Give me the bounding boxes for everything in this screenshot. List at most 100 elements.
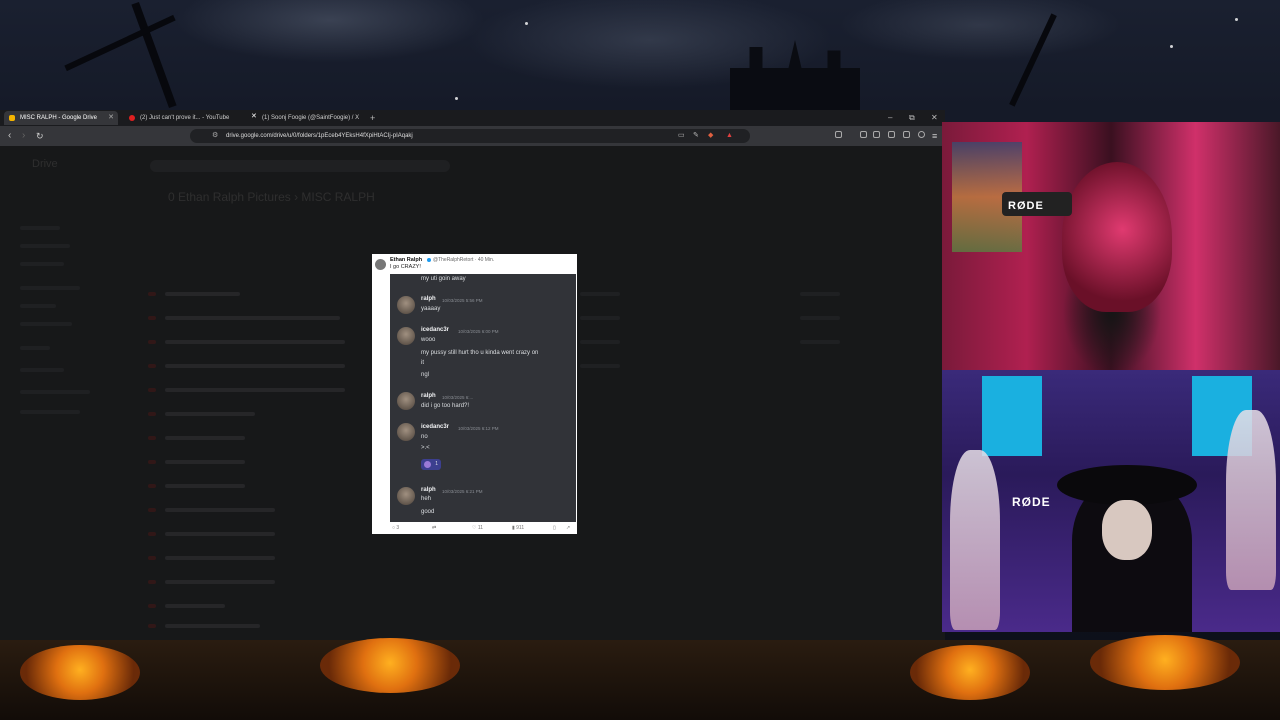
webcam-top: RØDE [942, 122, 1280, 370]
view-count: 911 [516, 525, 525, 531]
avatar [397, 296, 415, 314]
post-handle: @TheRalphRetort · 40 Min. [433, 257, 495, 263]
tab-label: (1) Soonj Foogie (@SaintFoogie) / X [262, 115, 360, 121]
reload-button[interactable]: ↻ [36, 129, 44, 143]
ghost-decoration [950, 450, 1000, 630]
username: ralph [421, 393, 436, 399]
jack-o-lantern [20, 645, 140, 700]
pumpkin-ground [0, 640, 1280, 720]
avatar [397, 327, 415, 345]
message-line: it [421, 360, 424, 366]
timestamp: 10/03/2025 6:21 PM [442, 489, 483, 494]
message-line: >.< [421, 445, 430, 451]
message-line: did i go too hard?! [421, 403, 470, 409]
message-line: ngl [421, 372, 430, 378]
message-line: no [421, 434, 428, 440]
avatar [397, 423, 415, 441]
timestamp: 10/03/2025 6:... [442, 395, 474, 400]
like-icon[interactable]: ♡ 11 [472, 525, 483, 531]
views-icon: ▮ 911 [512, 525, 525, 531]
profile-icon[interactable] [918, 131, 925, 138]
edit-icon[interactable]: ✎ [693, 129, 699, 143]
new-tab-button[interactable]: + [370, 111, 375, 125]
post-caption: I go CRAZY! [390, 264, 421, 270]
reply-icon[interactable]: ○ 3 [392, 525, 399, 531]
witch-hat [1057, 465, 1197, 505]
jack-o-lantern [1090, 635, 1240, 690]
avatar [397, 392, 415, 410]
sidebar-icon[interactable] [835, 131, 842, 138]
forward-button[interactable]: › [22, 129, 25, 143]
back-button[interactable]: ‹ [8, 129, 11, 143]
streamer-face [1102, 500, 1152, 560]
wallet-icon[interactable] [888, 131, 895, 138]
ghost-decoration [1226, 410, 1276, 590]
tab-google-drive[interactable]: MISC RALPH - Google Drive ✕ [4, 111, 118, 125]
reaction-count: 1 [435, 461, 438, 467]
timestamp: 10/03/2025 5:56 PM [442, 298, 483, 303]
verified-badge-icon [427, 258, 431, 262]
avatar [397, 487, 415, 505]
timestamp: 10/03/2025 6:12 PM [458, 426, 499, 431]
message-line: heh [421, 496, 432, 502]
share-icon[interactable]: ↗ [566, 525, 570, 531]
star [525, 22, 528, 25]
post-image-popup: Ethan Ralph @TheRalphRetort · 40 Min. I … [372, 254, 577, 534]
leo-icon[interactable] [903, 131, 910, 138]
webcam-bottom: RØDE [942, 370, 1280, 632]
star [455, 97, 458, 100]
discord-chat: my uti goin away ralph 10/03/2025 5:56 P… [390, 274, 576, 522]
emoji-icon [424, 461, 431, 468]
timestamp: 10/03/2025 6:00 PM [458, 329, 499, 334]
jack-o-lantern [320, 638, 460, 693]
message-line: good [421, 509, 435, 515]
close-window-button[interactable]: ✕ [931, 111, 938, 125]
avatar [375, 259, 386, 270]
streamer-mask [1062, 162, 1172, 312]
tab-label: (2) Just can't prove it... - YouTube [140, 115, 230, 121]
message-line: yaaaay [421, 306, 441, 312]
brave-shield-icon[interactable]: ◆ [708, 129, 713, 143]
username: ralph [421, 296, 436, 302]
message-line: my pussy still hurt tho u kinda went cra… [421, 350, 539, 356]
mic-brand: RØDE [1008, 200, 1044, 212]
music-icon[interactable] [860, 131, 867, 138]
post-author: Ethan Ralph [390, 257, 423, 263]
window-light [982, 376, 1042, 456]
browser-toolbar: ‹ › ↻ ▮ ⚙ drive.google.com/drive/u/0/fol… [0, 126, 945, 146]
address-bar[interactable]: ⚙ drive.google.com/drive/u/0/folders/1pE… [190, 129, 750, 143]
tab-x[interactable]: ✕ (1) Soonj Foogie (@SaintFoogie) / X [246, 111, 364, 125]
site-info-icon[interactable]: ⚙ [212, 129, 218, 143]
post-actions: ○ 3 ⇄ ♡ 11 ▮ 911 ▯ ↗ [390, 524, 576, 534]
reply-count: 3 [396, 525, 400, 531]
star [1235, 18, 1238, 21]
mic-brand: RØDE [1012, 495, 1051, 509]
bookmark-icon[interactable]: ▯ [553, 525, 556, 531]
cast-icon[interactable]: ▭ [678, 129, 685, 143]
castle-silhouette [730, 40, 860, 110]
minimize-button[interactable]: – [888, 111, 892, 125]
rewards-icon[interactable]: ▲ [726, 129, 733, 143]
tab-youtube[interactable]: (2) Just can't prove it... - YouTube [124, 111, 244, 125]
extension-icon[interactable] [873, 131, 880, 138]
username: ralph [421, 487, 436, 493]
username: icedanc3r [421, 327, 450, 333]
star [1170, 45, 1173, 48]
message-line: wooo [421, 337, 436, 343]
url-text: drive.google.com/drive/u/0/folders/1pEce… [226, 133, 413, 139]
x-icon: ✕ [251, 113, 257, 120]
menu-icon[interactable]: ≡ [932, 129, 937, 143]
reaction-badge[interactable]: 1 [421, 459, 441, 470]
post-header: Ethan Ralph @TheRalphRetort · 40 Min. I … [372, 254, 577, 274]
like-count: 11 [477, 525, 484, 531]
restore-button[interactable]: ⧉ [909, 111, 915, 125]
youtube-icon [129, 115, 135, 121]
close-icon[interactable]: ✕ [108, 111, 114, 125]
username: icedanc3r [421, 424, 450, 430]
tab-strip: MISC RALPH - Google Drive ✕ (2) Just can… [0, 110, 945, 126]
google-drive-icon [9, 115, 15, 121]
retweet-icon[interactable]: ⇄ [432, 525, 436, 531]
jack-o-lantern [910, 645, 1030, 700]
message-line: my uti goin away [421, 276, 466, 282]
tab-label: MISC RALPH - Google Drive [20, 115, 98, 121]
